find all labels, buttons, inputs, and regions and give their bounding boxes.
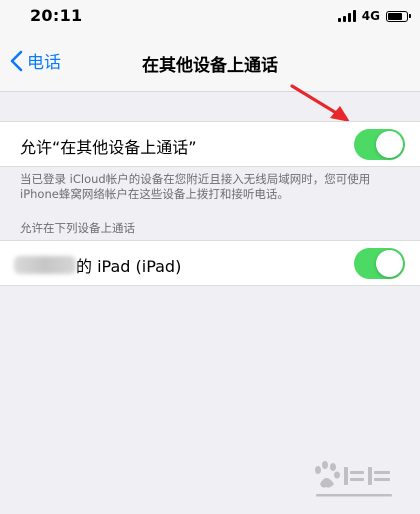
battery-level-fill bbox=[388, 12, 402, 20]
page-title: 在其他设备上通话 bbox=[142, 56, 278, 76]
allow-calls-footer: 当已登录 iCloud帐户的设备在您附近且接入无线局域网时，您可使用 iPhon… bbox=[20, 172, 371, 201]
status-time: 20:11 bbox=[30, 6, 83, 25]
toggle-knob bbox=[376, 131, 403, 158]
status-bar: 20:11 4G bbox=[0, 0, 420, 34]
cellular-signal-icon bbox=[337, 10, 356, 22]
toggle-knob bbox=[376, 250, 403, 277]
device-name-suffix: 的 iPad (iPad) bbox=[76, 257, 182, 276]
device-cell-ipad: 的 iPad (iPad) bbox=[0, 240, 420, 286]
allow-calls-label: 允许“在其他设备上通话” bbox=[20, 138, 197, 157]
device-label: 的 iPad (iPad) bbox=[14, 253, 181, 277]
status-indicators: 4G bbox=[337, 8, 411, 24]
baidu-jingyan-watermark-logo bbox=[310, 458, 400, 504]
redacted-device-owner bbox=[14, 256, 76, 274]
devices-section-header: 允许在下列设备上通话 bbox=[20, 221, 135, 235]
settings-screen: 20:11 4G 电话 在其他设备上通话 允许“在其他设备上通话” 当已登录 i… bbox=[0, 0, 420, 514]
device-ipad-toggle[interactable] bbox=[354, 248, 405, 279]
allow-calls-toggle[interactable] bbox=[354, 129, 405, 160]
network-type-label: 4G bbox=[361, 9, 380, 23]
allow-calls-cell: 允许“在其他设备上通话” bbox=[0, 121, 420, 167]
battery-icon bbox=[386, 10, 411, 22]
